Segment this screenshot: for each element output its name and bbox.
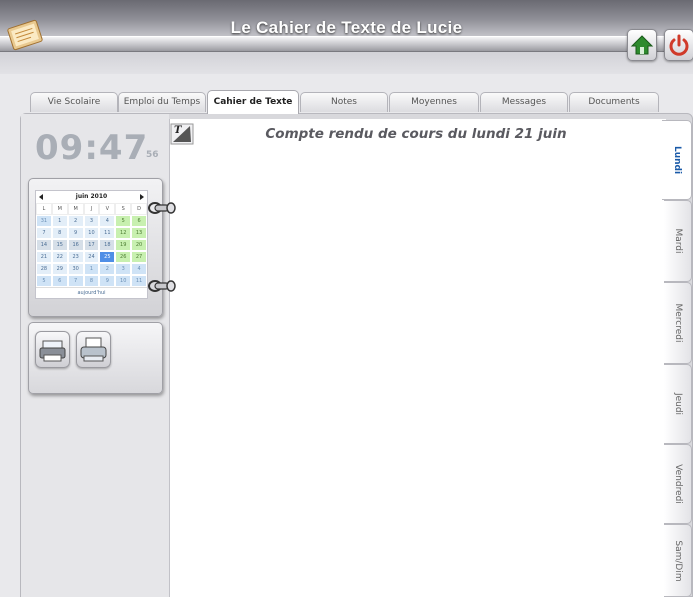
calendar-day[interactable]: 2 bbox=[67, 215, 84, 227]
calendar-day[interactable]: 5 bbox=[36, 275, 52, 287]
tab-emploi-du-temps[interactable]: Emploi du Temps bbox=[118, 92, 206, 112]
calendar-day[interactable]: 5 bbox=[115, 215, 132, 227]
tab-documents[interactable]: Documents bbox=[569, 92, 659, 112]
calendar-today-link[interactable]: aujourd'hui bbox=[36, 287, 147, 298]
tab-messages[interactable]: Messages bbox=[480, 92, 568, 112]
tab-vie-scolaire[interactable]: Vie Scolaire bbox=[30, 92, 118, 112]
print-icon bbox=[39, 340, 66, 362]
prev-month-icon[interactable] bbox=[39, 194, 43, 200]
calendar-weekday: M bbox=[67, 203, 84, 215]
calendar-weekday: J bbox=[83, 203, 100, 215]
binder-ring-icon bbox=[148, 202, 176, 214]
calendar-day[interactable]: 12 bbox=[115, 227, 132, 239]
calendar-weekday: V bbox=[99, 203, 116, 215]
tab-mercredi[interactable]: Mercredi bbox=[664, 282, 692, 364]
binder-ring-icon bbox=[148, 280, 176, 292]
tab-sam-dim[interactable]: Sam/Dim bbox=[664, 524, 692, 597]
calendar-day[interactable]: 2 bbox=[99, 263, 116, 275]
calendar-day[interactable]: 8 bbox=[83, 275, 100, 287]
home-button[interactable] bbox=[627, 29, 657, 61]
text-format-icon[interactable]: T bbox=[170, 122, 194, 146]
calendar-weekday: M bbox=[51, 203, 68, 215]
calendar-day[interactable]: 11 bbox=[131, 275, 147, 287]
clock-seconds: 56 bbox=[146, 150, 159, 160]
printer-button[interactable] bbox=[76, 331, 111, 368]
calendar-day[interactable]: 29 bbox=[51, 263, 68, 275]
calendar-day[interactable]: 1 bbox=[51, 215, 68, 227]
tab-moyennes[interactable]: Moyennes bbox=[389, 92, 479, 112]
calendar-day[interactable]: 1 bbox=[83, 263, 100, 275]
day-tab-label: Lundi bbox=[671, 145, 682, 175]
tab-lundi[interactable]: Lundi bbox=[662, 120, 692, 200]
clock-time: 09:47 bbox=[35, 128, 149, 168]
tab-mardi[interactable]: Mardi bbox=[664, 200, 692, 282]
calendar-day[interactable]: 4 bbox=[99, 215, 116, 227]
power-icon bbox=[669, 34, 689, 56]
calendar-day[interactable]: 30 bbox=[67, 263, 84, 275]
calendar-day[interactable]: 24 bbox=[83, 251, 100, 263]
calendar-day[interactable]: 8 bbox=[51, 227, 68, 239]
tab-cahier-de-texte[interactable]: Cahier de Texte bbox=[207, 90, 299, 114]
power-button[interactable] bbox=[664, 29, 693, 61]
tab-jeudi[interactable]: Jeudi bbox=[664, 364, 692, 444]
calendar-header: juin 2010 bbox=[36, 191, 147, 203]
calendar-day[interactable]: 31 bbox=[36, 215, 52, 227]
calendar-day[interactable]: 6 bbox=[51, 275, 68, 287]
home-icon bbox=[630, 35, 654, 55]
tab-notes[interactable]: Notes bbox=[300, 92, 388, 112]
print-button[interactable] bbox=[35, 331, 70, 368]
day-tab-label: Mardi bbox=[672, 228, 683, 254]
calendar-day[interactable]: 17 bbox=[83, 239, 100, 251]
tab-vendredi[interactable]: Vendredi bbox=[664, 444, 692, 524]
calendar-day[interactable]: 7 bbox=[67, 275, 84, 287]
calendar-day[interactable]: 15 bbox=[51, 239, 68, 251]
calendar-month: juin 2010 bbox=[75, 193, 108, 200]
calendar-day[interactable]: 9 bbox=[99, 275, 116, 287]
calendar-day[interactable]: 9 bbox=[67, 227, 84, 239]
calendar-day[interactable]: 20 bbox=[131, 239, 147, 251]
app-title: Le Cahier de Texte de Lucie bbox=[230, 18, 463, 37]
calendar-day[interactable]: 14 bbox=[36, 239, 52, 251]
calendar-weekday: D bbox=[131, 203, 147, 215]
calendar-day[interactable]: 21 bbox=[36, 251, 52, 263]
calendar-day[interactable]: 23 bbox=[67, 251, 84, 263]
calendar-day[interactable]: 4 bbox=[131, 263, 147, 275]
calendar-day[interactable]: 25 bbox=[99, 251, 116, 263]
header-divider bbox=[0, 36, 693, 52]
page-title: Compte rendu de cours du lundi 21 juin bbox=[265, 126, 567, 142]
next-month-icon[interactable] bbox=[140, 194, 144, 200]
calendar-weekdays: LMMJVSD bbox=[36, 203, 147, 215]
printer-icon bbox=[80, 337, 107, 362]
calendar-day[interactable]: 19 bbox=[115, 239, 132, 251]
day-tab-label: Mercredi bbox=[672, 303, 683, 343]
day-tab-label: Vendredi bbox=[672, 464, 683, 504]
calendar: juin 2010 LMMJVSD 31 1 2 3 4 5 6 7 8 9 10 11 12 13 14 1… bbox=[35, 190, 148, 299]
calendar-days: 31 1 2 3 4 5 6 7 8 9 10 11 12 13 14 15 16 17 18 19 20 21 22 23 2… bbox=[36, 215, 147, 287]
calendar-day[interactable]: 3 bbox=[83, 215, 100, 227]
calendar-day[interactable]: 13 bbox=[131, 227, 147, 239]
calendar-day[interactable]: 26 bbox=[115, 251, 132, 263]
calendar-weekday: S bbox=[115, 203, 132, 215]
calendar-day[interactable]: 27 bbox=[131, 251, 147, 263]
calendar-day[interactable]: 18 bbox=[99, 239, 116, 251]
calendar-day[interactable]: 11 bbox=[99, 227, 116, 239]
calendar-day[interactable]: 22 bbox=[51, 251, 68, 263]
calendar-day[interactable]: 3 bbox=[115, 263, 132, 275]
calendar-day[interactable]: 6 bbox=[131, 215, 147, 227]
content-area bbox=[169, 119, 666, 597]
calendar-day[interactable]: 7 bbox=[36, 227, 52, 239]
day-tab-label: Jeudi bbox=[672, 392, 683, 416]
calendar-weekday: L bbox=[36, 203, 52, 215]
calendar-day[interactable]: 16 bbox=[67, 239, 84, 251]
day-tab-label: Sam/Dim bbox=[672, 539, 683, 582]
calendar-day[interactable]: 10 bbox=[115, 275, 132, 287]
calendar-day[interactable]: 28 bbox=[36, 263, 52, 275]
calendar-day[interactable]: 10 bbox=[83, 227, 100, 239]
